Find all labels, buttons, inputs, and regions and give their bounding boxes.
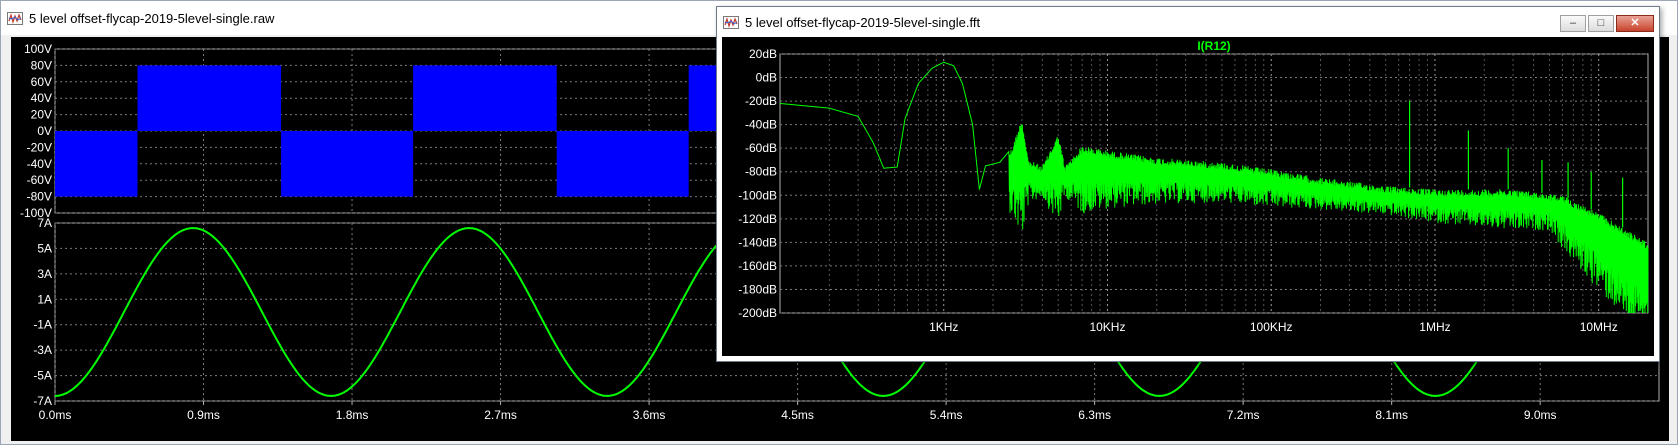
voltage-y-tick-label: 20V	[31, 108, 52, 122]
voltage-y-tick-label: 100V	[24, 42, 52, 56]
fft-y-tick-label: -40dB	[745, 118, 777, 132]
x-tick-label: 6.3ms	[1078, 408, 1111, 422]
fft-y-tick-label: -100dB	[738, 188, 777, 202]
fft-y-tick-label: -60dB	[745, 141, 777, 155]
voltage-y-tick-label: -40V	[27, 157, 52, 171]
voltage-y-tick-label: -60V	[27, 173, 52, 187]
current-y-tick-label: -1A	[33, 318, 52, 332]
waveform-icon	[7, 12, 23, 25]
fft-x-tick-label: 10KHz	[1089, 320, 1125, 334]
fft-trace-title: I(R12)	[1197, 39, 1230, 53]
current-y-tick-label: -5A	[33, 369, 52, 383]
maximize-button[interactable]: □	[1588, 15, 1614, 32]
current-y-tick-label: 1A	[37, 292, 52, 306]
waveform-icon	[723, 16, 739, 29]
voltage-y-tick-label: 80V	[31, 58, 52, 72]
minimize-button[interactable]: –	[1560, 15, 1586, 32]
fft-y-tick-label: -160dB	[738, 259, 777, 273]
voltage-y-tick-label: -80V	[27, 190, 52, 204]
fft-y-tick-label: -140dB	[738, 235, 777, 249]
voltage-pwm-band	[413, 65, 557, 131]
x-tick-label: 0.9ms	[187, 408, 220, 422]
current-y-tick-label: -3A	[33, 343, 52, 357]
x-tick-label: 3.6ms	[633, 408, 666, 422]
fft-y-tick-label: -120dB	[738, 212, 777, 226]
x-tick-label: 1.8ms	[336, 408, 369, 422]
fft-y-tick-label: -80dB	[745, 165, 777, 179]
voltage-y-tick-label: 40V	[31, 91, 52, 105]
fft-x-tick-label: 1MHz	[1419, 320, 1450, 334]
voltage-y-tick-label: 60V	[31, 75, 52, 89]
voltage-pwm-band	[556, 131, 689, 197]
fft-x-tick-label: 100KHz	[1250, 320, 1293, 334]
voltage-pwm-band	[55, 131, 138, 197]
x-tick-label: 7.2ms	[1227, 408, 1260, 422]
fft-y-tick-label: 0dB	[756, 71, 777, 85]
x-tick-label: 9.0ms	[1524, 408, 1557, 422]
voltage-y-tick-label: -20V	[27, 140, 52, 154]
current-y-tick-label: 7A	[37, 216, 52, 230]
current-y-tick-label: -7A	[33, 394, 52, 408]
fft-window-title: 5 level offset-flycap-2019-5level-single…	[745, 15, 981, 30]
x-tick-label: 5.4ms	[930, 408, 963, 422]
voltage-pwm-band	[281, 131, 414, 197]
current-y-tick-label: 3A	[37, 267, 52, 281]
close-button[interactable]: ✕	[1616, 15, 1654, 32]
x-tick-label: 2.7ms	[484, 408, 517, 422]
x-tick-label: 4.5ms	[781, 408, 814, 422]
x-tick-label: 8.1ms	[1375, 408, 1408, 422]
fft-y-tick-label: 20dB	[749, 47, 777, 61]
fft-y-tick-label: -200dB	[738, 306, 777, 320]
fft-titlebar[interactable]: 5 level offset-flycap-2019-5level-single…	[717, 7, 1659, 37]
fft-plot-pane[interactable]: I(R12) 20dB 0dB -20dB -40dB -60dB -80dB -100dB -…	[722, 37, 1654, 356]
voltage-y-tick-label: 0V	[37, 124, 52, 138]
fft-x-tick-label: 10MHz	[1580, 320, 1618, 334]
x-tick-label: 0.0ms	[39, 408, 72, 422]
fft-y-tick-label: -180dB	[738, 282, 777, 296]
current-y-tick-label: 5A	[37, 241, 52, 255]
fft-plot[interactable]: I(R12) 20dB 0dB -20dB -40dB -60dB -80dB -100dB -…	[722, 37, 1654, 356]
voltage-pwm-band	[137, 65, 282, 131]
fft-y-tick-label: -20dB	[745, 94, 777, 108]
fft-x-tick-label: 1KHz	[929, 320, 958, 334]
main-window-title: 5 level offset-flycap-2019-5level-single…	[29, 11, 275, 26]
fft-window: 5 level offset-flycap-2019-5level-single…	[716, 6, 1660, 362]
